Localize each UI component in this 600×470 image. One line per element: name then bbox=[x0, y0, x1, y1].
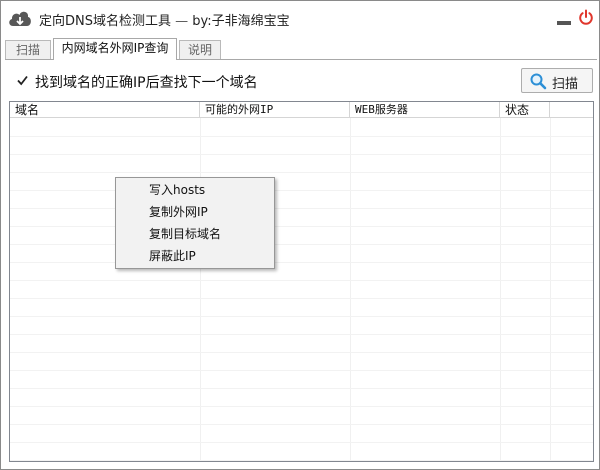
row-gridline bbox=[10, 226, 593, 227]
list-header: 域名 可能的外网IP WEB服务器 状态 bbox=[10, 102, 593, 118]
cloud-logo-icon bbox=[9, 11, 31, 26]
minimize-button[interactable] bbox=[557, 11, 571, 27]
row-gridline bbox=[10, 442, 593, 443]
row-gridline bbox=[10, 460, 593, 461]
menu-item-write-hosts[interactable]: 写入hosts bbox=[117, 179, 273, 201]
scan-button-label: 扫描 bbox=[552, 77, 579, 92]
magnifier-icon bbox=[530, 73, 547, 90]
menu-item-copy-target-domain[interactable]: 复制目标域名 bbox=[117, 223, 273, 245]
next-domain-checkbox[interactable] bbox=[16, 74, 29, 87]
tab-help[interactable]: 说明 bbox=[179, 40, 221, 60]
minimize-icon bbox=[557, 21, 571, 25]
row-gridline bbox=[10, 154, 593, 155]
row-gridline bbox=[10, 316, 593, 317]
tab-strip: 扫描 内网域名外网IP查询 说明 bbox=[5, 38, 597, 60]
tab-intranet-domain-query[interactable]: 内网域名外网IP查询 bbox=[53, 38, 177, 60]
row-gridline bbox=[10, 280, 593, 281]
row-gridline bbox=[10, 190, 593, 191]
power-close-icon[interactable] bbox=[578, 9, 594, 25]
next-domain-checkbox-label[interactable]: 找到域名的正确IP后查找下一个域名 bbox=[35, 72, 258, 92]
grid-line bbox=[550, 118, 551, 461]
context-menu: 写入hosts 复制外网IP 复制目标域名 屏蔽此IP bbox=[115, 177, 275, 269]
grid-line bbox=[200, 118, 201, 461]
row-gridline bbox=[10, 424, 593, 425]
row-gridline bbox=[10, 208, 593, 209]
menu-item-block-ip[interactable]: 屏蔽此IP bbox=[117, 245, 273, 267]
grid-line bbox=[350, 118, 351, 461]
tab-scan[interactable]: 扫描 bbox=[5, 40, 51, 60]
row-gridline bbox=[10, 370, 593, 371]
row-gridline bbox=[10, 136, 593, 137]
window-title: 定向DNS域名检测工具 — by:子非海绵宝宝 bbox=[39, 14, 290, 29]
column-header-web-server[interactable]: WEB服务器 bbox=[350, 102, 500, 118]
column-header-domain[interactable]: 域名 bbox=[10, 102, 200, 118]
row-gridline bbox=[10, 352, 593, 353]
row-gridline bbox=[10, 298, 593, 299]
main-window: 定向DNS域名检测工具 — by:子非海绵宝宝 扫描 内网域名外网IP查询 说明… bbox=[0, 0, 600, 470]
row-gridline bbox=[10, 406, 593, 407]
row-gridline bbox=[10, 244, 593, 245]
result-list[interactable]: 域名 可能的外网IP WEB服务器 状态 bbox=[9, 101, 594, 462]
menu-item-copy-external-ip[interactable]: 复制外网IP bbox=[117, 201, 273, 223]
column-header-status[interactable]: 状态 bbox=[500, 102, 550, 118]
row-gridline bbox=[10, 262, 593, 263]
row-gridline bbox=[10, 334, 593, 335]
column-header-external-ip[interactable]: 可能的外网IP bbox=[200, 102, 350, 118]
row-gridline bbox=[10, 388, 593, 389]
grid-line bbox=[500, 118, 501, 461]
title-bar[interactable]: 定向DNS域名检测工具 — by:子非海绵宝宝 bbox=[1, 1, 599, 37]
row-gridline bbox=[10, 172, 593, 173]
scan-button[interactable]: 扫描 bbox=[521, 68, 593, 93]
